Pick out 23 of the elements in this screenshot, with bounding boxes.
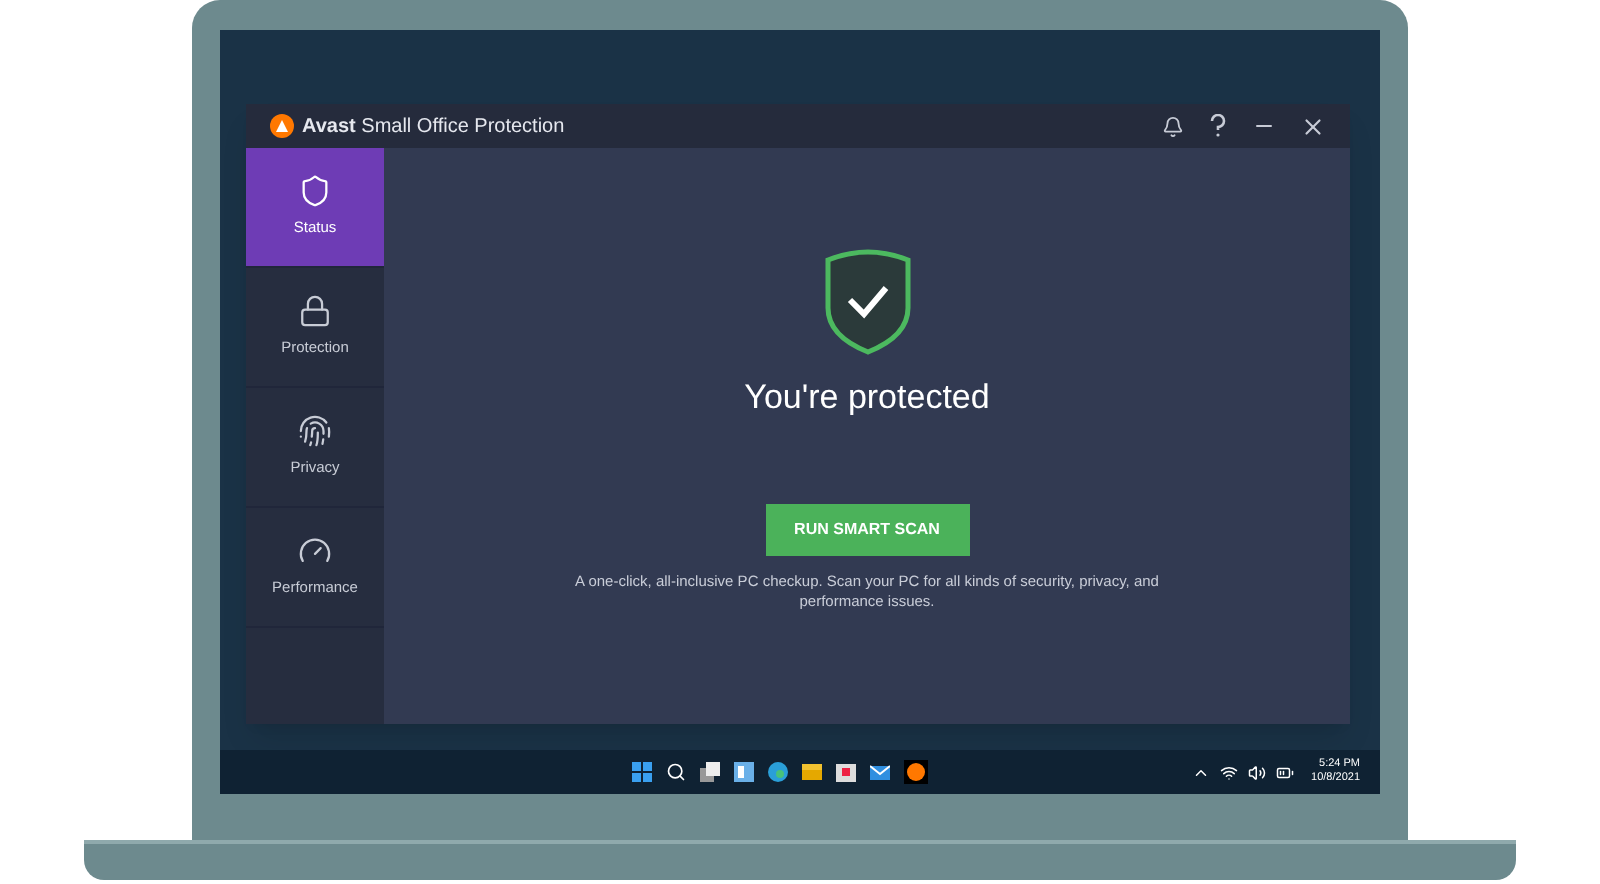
battery-icon[interactable] <box>1275 763 1294 781</box>
close-icon <box>1300 113 1326 139</box>
store-icon[interactable] <box>836 762 856 782</box>
search-icon[interactable] <box>666 762 686 782</box>
logo-icon <box>270 114 294 138</box>
wifi-icon[interactable] <box>1219 763 1238 781</box>
notifications-button[interactable] <box>1162 115 1184 137</box>
status-heading: You're protected <box>744 376 990 420</box>
lock-icon <box>298 294 332 329</box>
fingerprint-icon <box>298 414 332 449</box>
folder-icon[interactable] <box>802 762 822 782</box>
window-title: Avast Small Office Protection <box>302 113 565 141</box>
speaker-icon[interactable] <box>1247 763 1266 781</box>
app-logo-icon[interactable] <box>904 760 928 784</box>
shield-check-icon <box>823 248 911 356</box>
task-view-icon[interactable] <box>700 762 720 782</box>
mail-icon[interactable] <box>870 762 890 782</box>
help-icon[interactable] <box>1208 114 1228 138</box>
close-button[interactable] <box>1300 113 1326 139</box>
windows-icon[interactable] <box>632 762 652 782</box>
browser-icon[interactable] <box>768 762 788 782</box>
bell-icon <box>1162 115 1184 137</box>
shield-icon <box>298 174 332 209</box>
